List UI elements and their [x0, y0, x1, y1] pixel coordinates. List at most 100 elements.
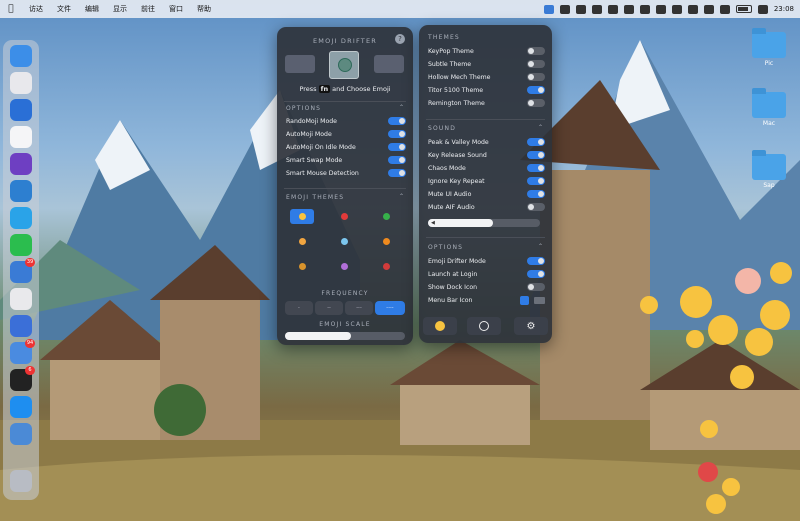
gift-icon [382, 263, 390, 270]
keyboard-theme-center[interactable] [329, 51, 359, 79]
wechat-icon[interactable] [10, 234, 32, 256]
battery-icon[interactable] [735, 5, 752, 13]
desktop-folder-pic[interactable]: Pic [752, 28, 786, 67]
sparkle-icon[interactable] [591, 4, 602, 14]
appstore-icon[interactable] [10, 396, 32, 418]
mute-aif-toggle[interactable] [527, 203, 545, 211]
settings-button[interactable]: ⚙ [514, 317, 548, 335]
emoji-theme-winter[interactable] [332, 234, 356, 249]
emoji-theme-smileys[interactable] [290, 209, 314, 224]
keyboard-theme-right[interactable] [374, 55, 404, 73]
clipboard-icon[interactable] [639, 4, 650, 14]
ignore-repeat-toggle[interactable] [527, 177, 545, 185]
chrome-icon[interactable] [10, 288, 32, 310]
folder-label: Pic [764, 60, 774, 67]
menu-view[interactable]: 显示 [106, 4, 134, 14]
key-release-toggle[interactable] [527, 151, 545, 159]
finder-icon[interactable] [10, 45, 32, 67]
camera-icon[interactable] [655, 4, 666, 14]
emoji-theme-hearts[interactable] [332, 209, 356, 224]
emoji-scale-slider[interactable] [285, 332, 405, 340]
titor-toggle[interactable] [527, 86, 545, 94]
frequency-high[interactable]: ··· [345, 301, 373, 315]
frequency-low[interactable]: · [285, 301, 313, 315]
cloud-icon[interactable] [575, 4, 586, 14]
menu-file[interactable]: 文件 [50, 4, 78, 14]
mute-ui-toggle[interactable] [527, 190, 545, 198]
vscode-icon[interactable] [10, 180, 32, 202]
desktop-folder-mac[interactable]: Mac [752, 88, 786, 127]
launchpad-icon[interactable] [10, 72, 32, 94]
smart-swap-toggle[interactable] [388, 156, 406, 164]
chevron-up-icon[interactable]: ⌃ [399, 193, 404, 200]
frequency-max[interactable]: ···· [375, 301, 405, 315]
volume-slider[interactable]: ◀ [428, 219, 540, 227]
outlook-icon[interactable] [10, 315, 32, 337]
chevron-up-icon[interactable]: ⌃ [399, 104, 404, 111]
show-dock-toggle[interactable] [527, 283, 545, 291]
chat-icon[interactable] [607, 4, 618, 14]
emoji-theme-green[interactable] [374, 209, 398, 224]
randomoji-toggle[interactable] [388, 117, 406, 125]
menu-edit[interactable]: 编辑 [78, 4, 106, 14]
menu-clock[interactable]: 23:08 [774, 5, 794, 13]
automoji-toggle[interactable] [388, 130, 406, 138]
chaos-toggle[interactable] [527, 164, 545, 172]
smart-mouse-toggle[interactable] [388, 169, 406, 177]
emoji-drifter-menu-icon[interactable] [543, 4, 554, 14]
emoji-theme-fantasy[interactable] [332, 259, 356, 274]
emoji-scale-fill [285, 332, 351, 340]
dock: 39 94 6 [3, 40, 39, 500]
trash-icon[interactable] [10, 470, 32, 492]
menu-bar-icon-option-b[interactable] [534, 296, 545, 304]
timer-button[interactable] [467, 317, 501, 335]
menu-window[interactable]: 窗口 [162, 4, 190, 14]
safari-icon[interactable] [10, 99, 32, 121]
desktop-folder-sap[interactable]: Sap [752, 150, 786, 189]
hollow-mech-toggle[interactable] [527, 73, 545, 81]
grid-icon[interactable] [623, 4, 634, 14]
mail-icon[interactable]: 39 [10, 258, 35, 283]
input-method-icon[interactable] [671, 4, 682, 14]
app-icon[interactable] [10, 153, 32, 175]
display-icon[interactable] [719, 4, 730, 14]
messages-icon[interactable]: 94 [10, 339, 35, 364]
screenshot-icon[interactable] [559, 4, 570, 14]
emoji-drifter-mode-toggle[interactable] [527, 257, 545, 265]
emoji-theme-food[interactable] [290, 259, 314, 274]
remington-toggle[interactable] [527, 99, 545, 107]
launch-login-toggle[interactable] [527, 270, 545, 278]
emoji-button[interactable] [423, 317, 457, 335]
menu-finder[interactable]: 访达 [22, 4, 50, 14]
emoji-theme-gifts[interactable] [374, 259, 398, 274]
emoji-theme-halloween[interactable] [374, 234, 398, 249]
chevron-up-icon[interactable]: ⌃ [538, 124, 543, 131]
status-area: 23:08 [543, 0, 794, 18]
help-icon[interactable]: ? [395, 34, 405, 44]
reminders-icon[interactable] [10, 126, 32, 148]
apple-menu-icon[interactable]:  [0, 4, 22, 14]
frequency-medium[interactable]: ·· [315, 301, 343, 315]
floating-emoji [735, 268, 761, 294]
floating-emoji [760, 300, 790, 330]
calendar-icon[interactable] [703, 4, 714, 14]
menu-help[interactable]: 帮助 [190, 4, 218, 14]
option-label: AutoMoji Mode [286, 130, 332, 138]
keyboard-theme-left[interactable] [285, 55, 315, 73]
control-center-icon[interactable] [757, 4, 768, 14]
wifi-icon[interactable] [687, 4, 698, 14]
peak-valley-toggle[interactable] [527, 138, 545, 146]
menu-go[interactable]: 前往 [134, 4, 162, 14]
telegram-icon[interactable] [10, 207, 32, 229]
chevron-up-icon[interactable]: ⌃ [538, 243, 543, 250]
sound-mute-ui: Mute UI Audio [428, 188, 545, 200]
keypop-toggle[interactable] [527, 47, 545, 55]
floating-emoji [745, 328, 773, 356]
disk-utility-icon[interactable] [10, 423, 32, 445]
emoji-theme-cats[interactable] [290, 234, 314, 249]
automoji-idle-toggle[interactable] [388, 143, 406, 151]
qq-icon[interactable]: 6 [10, 366, 35, 391]
themes-header: THEMES [428, 34, 460, 41]
subtle-toggle[interactable] [527, 60, 545, 68]
menu-bar-icon-option-a[interactable] [520, 295, 529, 305]
